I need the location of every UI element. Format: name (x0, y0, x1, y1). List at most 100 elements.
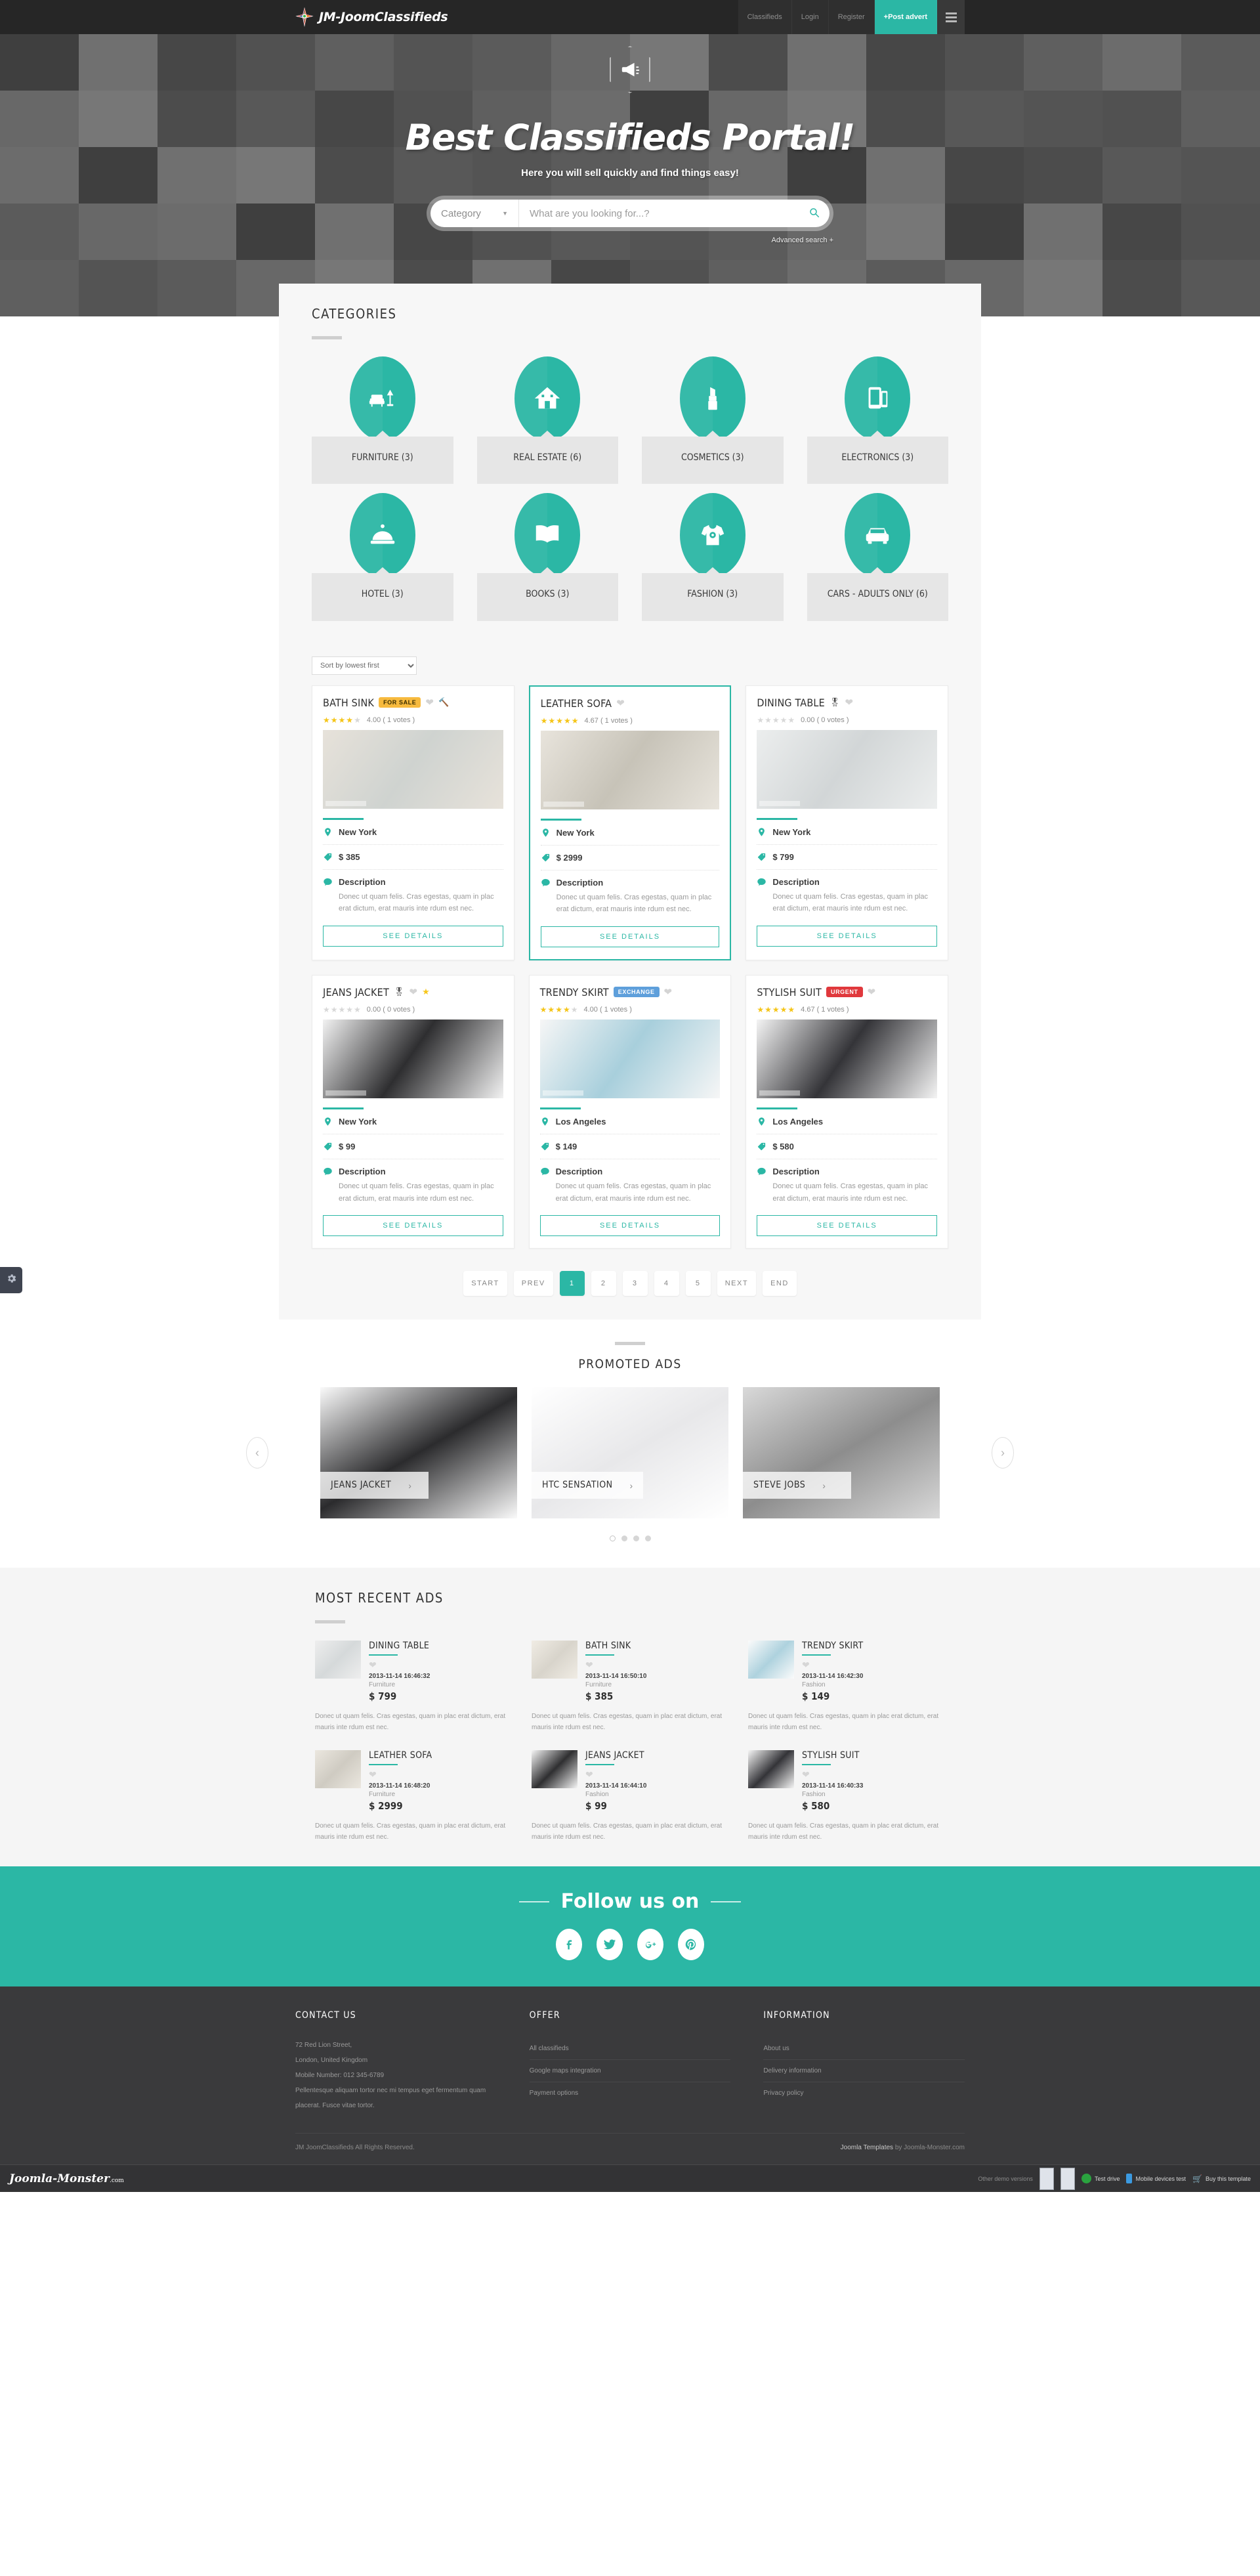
see-details-button[interactable]: SEE DETAILS (757, 925, 937, 947)
carousel-dot[interactable] (644, 1535, 651, 1542)
recent-ad-item[interactable]: TRENDY SKIRT ❤ 2013-11-14 16:42:30 Fashion $… (748, 1641, 945, 1733)
listing-card[interactable]: STYLISH SUIT URGENT ❤ ★★★★★ 4.67 ( 1 votes )… (746, 974, 948, 1249)
hammer-icon[interactable]: 🔨 (438, 697, 449, 708)
heart-icon[interactable]: ❤ (802, 1769, 945, 1780)
pinterest-icon[interactable] (678, 1929, 704, 1961)
twitter-icon[interactable] (597, 1929, 623, 1961)
search-input[interactable] (519, 207, 799, 219)
section-divider (312, 336, 342, 339)
see-details-button[interactable]: SEE DETAILS (323, 1215, 503, 1237)
footer-link[interactable]: About us (763, 2038, 965, 2059)
recent-ad-thumbnail[interactable] (748, 1641, 794, 1679)
recent-ad-thumbnail[interactable] (315, 1750, 361, 1789)
heart-icon[interactable]: ❤ (585, 1769, 728, 1780)
footer-link[interactable]: Payment options (530, 2082, 731, 2104)
carousel-dot[interactable] (621, 1535, 627, 1542)
nav-item-register[interactable]: Register (828, 0, 875, 34)
pagination-3[interactable]: 3 (622, 1271, 648, 1297)
promoted-ad-item[interactable]: JEANS JACKET › (320, 1387, 517, 1519)
card-image[interactable] (323, 1019, 503, 1098)
pagination-4[interactable]: 4 (654, 1271, 679, 1297)
carousel-dot[interactable] (609, 1535, 616, 1542)
advanced-search-link[interactable]: Advanced search + (427, 236, 833, 244)
joomla-monster-logo[interactable]: Joomla-Monster.com (9, 2172, 124, 2185)
google-plus-icon[interactable] (637, 1929, 663, 1961)
joomla-templates-link[interactable]: Joomla Templates (841, 2144, 893, 2151)
see-details-button[interactable]: SEE DETAILS (757, 1215, 937, 1237)
see-details-button[interactable]: SEE DETAILS (539, 1215, 721, 1237)
category-item-cars-adults-only-6[interactable]: CARS - ADULTS ONLY (6) (807, 493, 948, 621)
category-item-fashion-3[interactable]: FASHION (3) (642, 493, 784, 621)
chevron-left-icon[interactable]: ‹ (246, 1437, 268, 1469)
facebook-icon[interactable] (556, 1929, 582, 1961)
promoted-ad-item[interactable]: HTC SENSATION › (532, 1387, 728, 1519)
recent-ad-title: BATH SINK (585, 1641, 631, 1652)
card-image[interactable] (323, 729, 503, 809)
test-drive-button[interactable]: Test drive (1081, 2174, 1120, 2184)
recent-ad-thumbnail[interactable] (532, 1750, 578, 1789)
category-item-hotel-3[interactable]: HOTEL (3) (312, 493, 453, 621)
footer-link[interactable]: Privacy policy (763, 2082, 965, 2104)
recent-ad-item[interactable]: JEANS JACKET ❤ 2013-11-14 16:44:10 Fashion $… (532, 1750, 728, 1843)
category-item-real-estate-6[interactable]: REAL ESTATE (6) (476, 356, 618, 484)
pagination-end[interactable]: END (763, 1271, 797, 1297)
recent-ad-thumbnail[interactable] (748, 1750, 794, 1789)
heart-icon[interactable]: ❤ (369, 1660, 512, 1671)
heart-icon[interactable]: ❤ (369, 1769, 512, 1780)
card-image[interactable] (757, 729, 937, 809)
hamburger-icon[interactable] (937, 0, 965, 34)
recent-ad-thumbnail[interactable] (315, 1641, 361, 1679)
listing-card[interactable]: LEATHER SOFA ❤ ★★★★★ 4.67 ( 1 votes ) New Yo… (528, 685, 732, 960)
recent-ad-item[interactable]: DINING TABLE ❤ 2013-11-14 16:46:32 Furnitur… (315, 1641, 512, 1733)
mobile-devices-test-button[interactable]: Mobile devices test (1126, 2174, 1186, 2184)
promoted-ad-item[interactable]: STEVE JOBS › (743, 1387, 940, 1519)
pagination-5[interactable]: 5 (685, 1271, 711, 1297)
heart-icon[interactable]: ❤ (868, 987, 876, 997)
buy-template-button[interactable]: 🛒 Buy this template (1192, 2174, 1251, 2183)
card-image[interactable] (540, 730, 720, 809)
search-button[interactable] (799, 200, 830, 227)
recent-ad-item[interactable]: BATH SINK ❤ 2013-11-14 16:50:10 Furniture $ … (532, 1641, 728, 1733)
carousel-dot[interactable] (633, 1535, 639, 1542)
pagination-2[interactable]: 2 (591, 1271, 616, 1297)
pagination-next[interactable]: NEXT (717, 1271, 757, 1297)
nav-item-post-advert[interactable]: +Post advert (874, 0, 937, 34)
footer-link[interactable]: Delivery information (763, 2060, 965, 2082)
demo-thumbnail-2[interactable] (1060, 2167, 1075, 2190)
recent-ad-item[interactable]: LEATHER SOFA ❤ 2013-11-14 16:48:20 Furnitur… (315, 1750, 512, 1843)
card-image[interactable] (539, 1019, 721, 1098)
recent-ad-thumbnail[interactable] (532, 1641, 578, 1679)
pagination-start[interactable]: START (463, 1271, 507, 1297)
settings-panel-toggle[interactable] (0, 1267, 22, 1293)
category-item-furniture-3[interactable]: FURNITURE (3) (312, 356, 453, 484)
category-item-books-3[interactable]: BOOKS (3) (476, 493, 618, 621)
listing-card[interactable]: BATH SINK FOR SALE ❤ 🔨 ★★★★★ 4.00 ( 1 votes )… (312, 685, 514, 960)
listing-card[interactable]: TRENDY SKIRT EXCHANGE ❤ ★★★★★ 4.00 ( 1 votes… (528, 974, 732, 1249)
nav-item-login[interactable]: Login (791, 0, 829, 34)
see-details-button[interactable]: SEE DETAILS (540, 926, 720, 947)
brand-logo[interactable]: JM-JoomClassifieds (295, 7, 448, 27)
category-item-cosmetics-3[interactable]: COSMETICS (3) (642, 356, 784, 484)
heart-icon[interactable]: ❤ (409, 987, 417, 997)
listing-card[interactable]: JEANS JACKET 🎖 ❤ ★ ★★★★★ 0.00 ( 0 votes ) New … (312, 974, 514, 1249)
listing-card[interactable]: DINING TABLE 🎖 ❤ ★★★★★ 0.00 ( 0 votes ) New Y… (746, 685, 948, 960)
footer-link[interactable]: All classifieds (530, 2038, 731, 2059)
see-details-button[interactable]: SEE DETAILS (323, 925, 503, 947)
chevron-right-icon[interactable]: › (992, 1437, 1014, 1469)
recent-ad-item[interactable]: STYLISH SUIT ❤ 2013-11-14 16:40:33 Fashion $… (748, 1750, 945, 1843)
heart-icon[interactable]: ❤ (845, 698, 853, 708)
footer-link[interactable]: Google maps integration (530, 2060, 731, 2082)
heart-icon[interactable]: ❤ (425, 698, 434, 708)
demo-thumbnail-1[interactable] (1039, 2167, 1054, 2190)
card-image[interactable] (757, 1019, 937, 1098)
nav-item-classifieds[interactable]: Classifieds (738, 0, 792, 34)
heart-icon[interactable]: ❤ (802, 1660, 945, 1671)
heart-icon[interactable]: ❤ (585, 1660, 728, 1671)
category-item-electronics-3[interactable]: ELECTRONICS (3) (807, 356, 948, 484)
pagination-1[interactable]: 1 (559, 1271, 585, 1297)
sort-select[interactable]: Sort by lowest firstSort by highest firs… (312, 656, 417, 675)
heart-icon[interactable]: ❤ (664, 987, 673, 997)
pagination-prev[interactable]: PREV (513, 1271, 553, 1297)
search-category-select[interactable]: Category ▼ (430, 200, 519, 227)
heart-icon[interactable]: ❤ (616, 698, 625, 708)
